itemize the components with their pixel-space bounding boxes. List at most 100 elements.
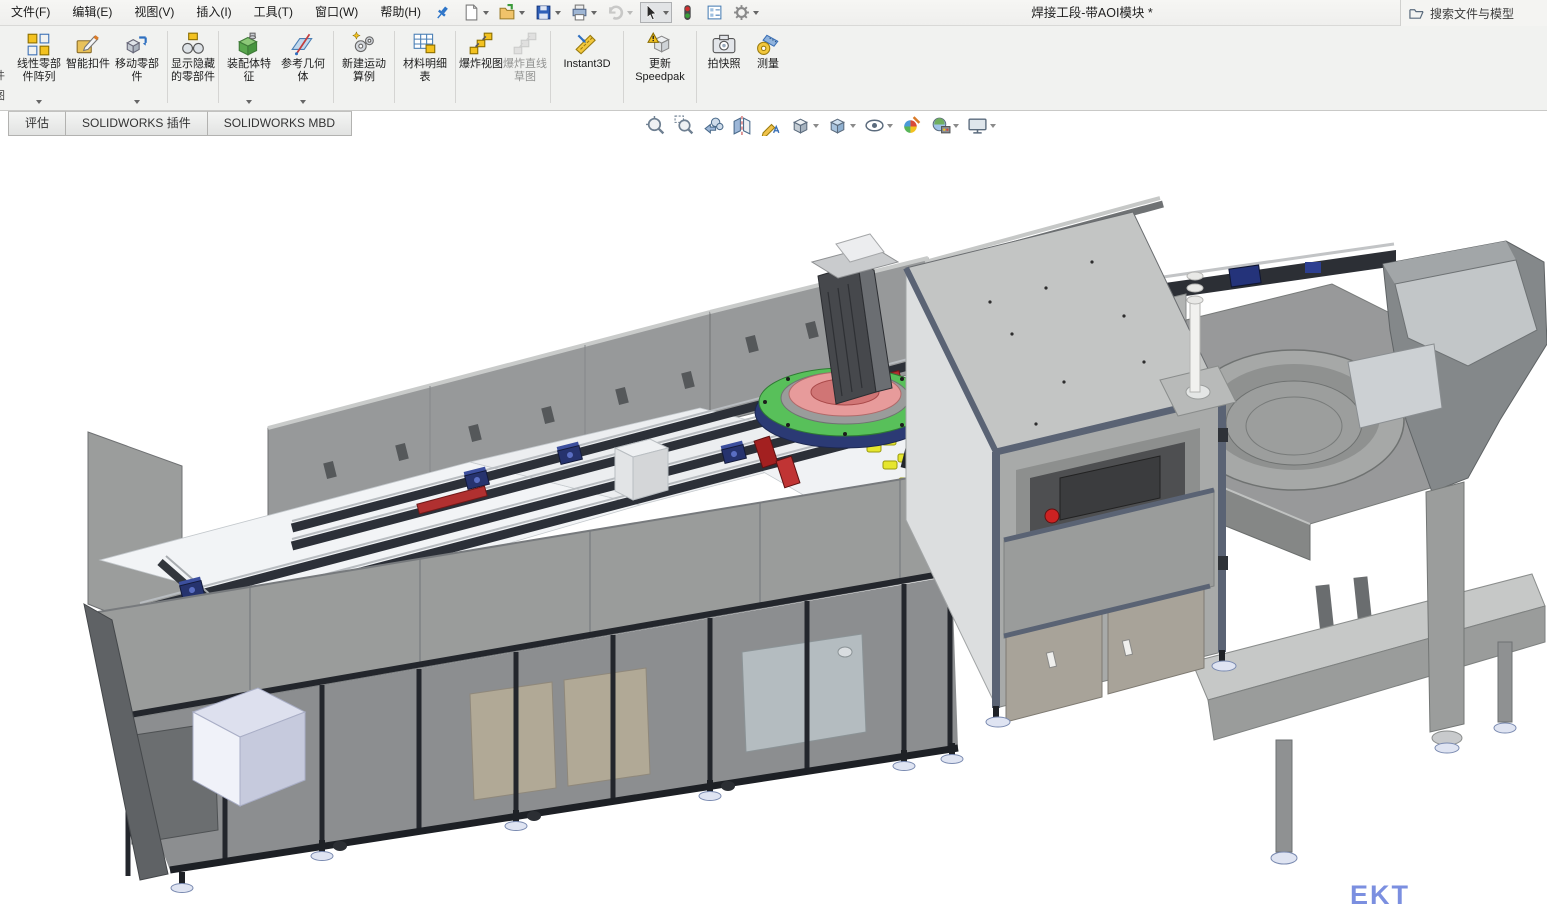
properties-icon (706, 4, 723, 21)
ribbon-group-separator (550, 31, 551, 103)
solidworks-window: 文件(F) 编辑(E) 视图(V) 插入(I) 工具(T) 窗口(W) 帮助(H… (0, 0, 1547, 919)
select-button[interactable] (640, 2, 672, 23)
open-button[interactable] (496, 2, 528, 23)
ribbon-label: 装配体特征 (222, 58, 276, 84)
zoom-to-area-icon (674, 115, 695, 136)
view-settings-button[interactable] (965, 113, 998, 138)
display-style-icon (827, 115, 848, 136)
previous-view-button[interactable] (701, 113, 726, 138)
display-style-button[interactable] (825, 113, 858, 138)
bom-icon (412, 31, 438, 57)
open-dropdown-arrow[interactable] (519, 11, 525, 15)
cropped-label-fragment: 图 (0, 86, 9, 106)
ribbon-button-take-snapshot[interactable]: 拍快照 (700, 29, 748, 107)
zoom-to-area-button[interactable] (672, 113, 697, 138)
edit-appearance-icon (901, 115, 922, 136)
search-box[interactable]: 搜索文件与模型 (1400, 0, 1547, 26)
ekt-watermark: EKT (1350, 880, 1410, 911)
save-dropdown-arrow[interactable] (555, 11, 561, 15)
select-cursor-icon (643, 4, 660, 21)
move-component-icon (124, 31, 150, 57)
dropdown-arrow[interactable] (953, 124, 959, 128)
performance-button[interactable] (676, 2, 699, 23)
emergency-stop-button[interactable] (1045, 509, 1059, 523)
ribbon-label: 新建运动算例 (337, 58, 391, 84)
apply-scene-button[interactable] (928, 113, 961, 138)
hinge (1218, 428, 1228, 442)
ribbon-label: 显示隐藏的零部件 (171, 58, 215, 84)
ribbon-button-assembly-features[interactable]: 装配体特征 (222, 29, 276, 107)
dropdown-arrow[interactable] (813, 124, 819, 128)
annotation-view-button[interactable] (759, 113, 784, 138)
ribbon-button-bill-of-materials[interactable]: 材料明细表 (398, 29, 452, 107)
save-icon (535, 4, 552, 21)
ribbon-group-separator (623, 31, 624, 103)
tab-evaluate[interactable]: 评估 (8, 111, 66, 136)
ribbon-button-explode-line-sketch[interactable]: 爆炸直线草图 (503, 29, 547, 107)
menu-help[interactable]: 帮助(H) (369, 0, 432, 25)
ribbon-button-smart-fasteners[interactable]: 智能扣件 (66, 29, 110, 107)
dropdown-arrow[interactable] (134, 100, 140, 104)
instant3d-icon (574, 31, 600, 57)
ribbon-button-linear-component-pattern[interactable]: 线性零部件阵列 (12, 29, 66, 107)
dropdown-arrow[interactable] (36, 100, 42, 104)
section-view-button[interactable] (730, 113, 755, 138)
new-document-button[interactable] (460, 2, 492, 23)
print-button[interactable] (568, 2, 600, 23)
select-dropdown-arrow[interactable] (663, 11, 669, 15)
print-dropdown-arrow[interactable] (591, 11, 597, 15)
exploded-view-icon (468, 31, 494, 57)
hide-show-items-button[interactable] (862, 113, 895, 138)
options-button[interactable] (730, 2, 762, 23)
dropdown-arrow[interactable] (246, 100, 252, 104)
undo-icon (607, 4, 624, 21)
ribbon-button-new-motion-study[interactable]: 新建运动算例 (337, 29, 391, 107)
assembly-model[interactable] (0, 136, 1547, 919)
view-orientation-button[interactable] (788, 113, 821, 138)
properties-button[interactable] (703, 2, 726, 23)
tab-solidworks-mbd[interactable]: SOLIDWORKS MBD (208, 111, 352, 136)
ribbon-group-separator (455, 31, 456, 103)
dropdown-arrow[interactable] (990, 124, 996, 128)
new-dropdown-arrow[interactable] (483, 11, 489, 15)
ribbon-group-separator (167, 31, 168, 103)
ribbon-button-instant3d[interactable]: Instant3D (554, 29, 620, 107)
options-dropdown-arrow[interactable] (753, 11, 759, 15)
dropdown-arrow[interactable] (300, 100, 306, 104)
graphics-area[interactable]: EKT (0, 136, 1547, 919)
zoom-to-fit-button[interactable] (643, 113, 668, 138)
dropdown-arrow[interactable] (887, 124, 893, 128)
snapshot-icon (711, 31, 737, 57)
speedpak-icon (647, 31, 673, 57)
zoom-to-fit-icon (645, 115, 666, 136)
show-hidden-icon (180, 31, 206, 57)
ribbon-button-measure[interactable]: 测量 (748, 29, 788, 107)
cropped-label-fragment: 件 (0, 66, 9, 86)
undo-dropdown-arrow[interactable] (627, 11, 633, 15)
search-folder-icon (1409, 6, 1424, 21)
menu-view[interactable]: 视图(V) (123, 0, 185, 25)
dropdown-arrow[interactable] (850, 124, 856, 128)
ribbon-button-exploded-view[interactable]: 爆炸视图 (459, 29, 503, 107)
ribbon-label: 爆炸直线草图 (503, 58, 547, 84)
ribbon-button-show-hidden-components[interactable]: 显示隐藏的零部件 (171, 29, 215, 107)
tab-solidworks-addins[interactable]: SOLIDWORKS 插件 (66, 111, 208, 136)
undo-button[interactable] (604, 2, 636, 23)
menu-file[interactable]: 文件(F) (0, 0, 61, 25)
menu-insert[interactable]: 插入(I) (185, 0, 242, 25)
menu-window[interactable]: 窗口(W) (304, 0, 369, 25)
outfeed-table[interactable] (1192, 574, 1545, 864)
ribbon-button-update-speedpak[interactable]: 更新 Speedpak (627, 29, 693, 107)
menu-tools[interactable]: 工具(T) (243, 0, 304, 25)
performance-lights-icon (679, 4, 696, 21)
ribbon-button-reference-geometry[interactable]: 参考几何体 (276, 29, 330, 107)
ribbon-button-move-component[interactable]: 移动零部件 (110, 29, 164, 107)
edit-appearance-button[interactable] (899, 113, 924, 138)
pin-menu-icon[interactable] (434, 5, 450, 21)
ribbon-label: 移动零部件 (110, 58, 164, 84)
ribbon-group-separator (333, 31, 334, 103)
menu-edit[interactable]: 编辑(E) (61, 0, 123, 25)
ribbon-label: Instant3D (563, 58, 610, 71)
measure-icon (755, 31, 781, 57)
save-button[interactable] (532, 2, 564, 23)
